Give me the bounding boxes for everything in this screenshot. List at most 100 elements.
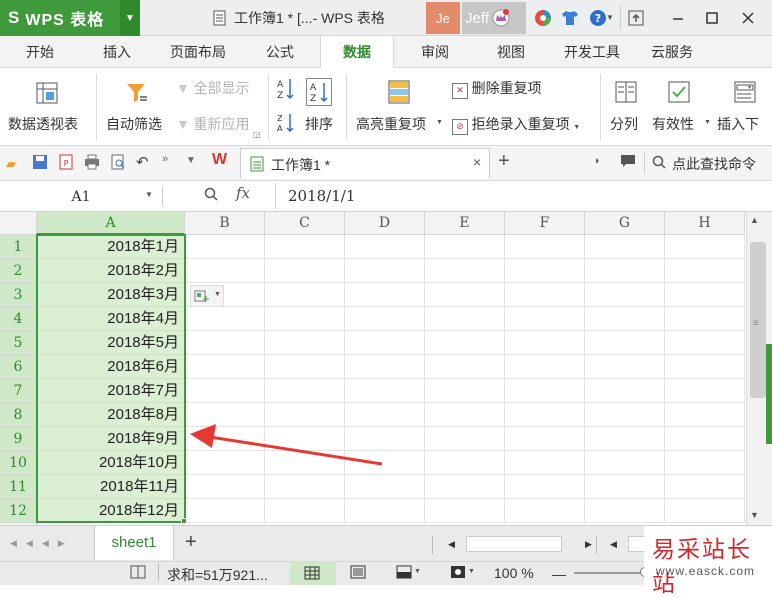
tab-review[interactable]: 审阅 [404,36,466,68]
maximize-icon[interactable] [702,8,722,28]
row-header[interactable]: 8 [0,403,37,427]
cell-a[interactable]: 2018年10月 [37,451,185,475]
cell-a[interactable]: 2018年7月 [37,379,185,403]
row-header[interactable]: 1 [0,235,37,259]
sort-button[interactable]: 排序 [305,114,333,134]
cell[interactable] [345,283,425,307]
minimize-icon[interactable] [668,8,688,28]
cell[interactable] [345,475,425,499]
tab-data[interactable]: 数据 [320,36,394,69]
cell[interactable] [585,475,665,499]
cell[interactable] [345,235,425,259]
select-all-corner[interactable] [0,212,37,235]
cell-a[interactable]: 2018年9月 [37,427,185,451]
cell[interactable] [425,379,505,403]
column-header-f[interactable]: F [505,212,585,235]
cell[interactable] [425,307,505,331]
cell[interactable] [185,475,265,499]
sort-descending-icon[interactable]: ZA [276,112,298,134]
cell[interactable] [185,379,265,403]
cell[interactable] [425,499,505,523]
tag-icon[interactable]: ◗ [594,155,601,167]
wps-app-menu[interactable]: S WPS 表格 ▼ [0,0,140,36]
sheet-nav-icon[interactable]: ◀◀◀▶ [10,538,74,549]
cell[interactable] [345,379,425,403]
chevron-down-icon[interactable]: ▼ [145,190,153,199]
autofilter-button[interactable]: 自动筛选 [104,76,170,138]
cell-a[interactable]: 2018年4月 [37,307,185,331]
cell[interactable] [665,475,745,499]
normal-view-button[interactable] [290,561,336,585]
column-header-e[interactable]: E [425,212,505,235]
column-header-b[interactable]: B [185,212,265,235]
cell[interactable] [265,259,345,283]
tab-page-layout[interactable]: 页面布局 [160,36,236,68]
cell[interactable] [585,355,665,379]
row-header[interactable]: 4 [0,307,37,331]
sheet-tab-sheet1[interactable]: sheet1 [94,526,174,560]
scroll-left-icon[interactable]: ◀ [610,539,617,550]
column-header-c[interactable]: C [265,212,345,235]
open-folder-icon[interactable]: ▰ [6,156,16,172]
cell[interactable] [425,427,505,451]
cell[interactable] [265,307,345,331]
status-book-icon[interactable] [130,565,146,582]
tab-cloud[interactable]: 云服务 [640,36,704,68]
tab-view[interactable]: 视图 [480,36,542,68]
print-preview-icon[interactable] [110,154,126,173]
cell[interactable] [185,355,265,379]
cell[interactable] [585,427,665,451]
reapply-button[interactable]: ▼ 重新应用 [176,114,249,134]
cell[interactable] [185,235,265,259]
avatar[interactable]: Je [426,2,460,34]
horizontal-scroll-thumb[interactable] [466,536,562,552]
formula-input[interactable]: 2018/1/1 [275,183,745,209]
cell-a[interactable]: 2018年2月 [37,259,185,283]
row-header[interactable]: 3 [0,283,37,307]
search-icon[interactable] [652,155,666,172]
sort-ascending-icon[interactable]: AZ [276,76,298,106]
shirt-icon[interactable] [560,8,580,28]
insert-dropdown-list-button[interactable]: 插入下 [716,76,772,138]
highlight-duplicates-button[interactable]: 高亮重复项 ▼ [352,76,444,138]
chevron-down-icon[interactable]: ▼ [468,568,475,575]
column-header-g[interactable]: G [585,212,665,235]
cell[interactable] [505,235,585,259]
cell[interactable] [345,355,425,379]
row-header[interactable]: 2 [0,259,37,283]
close-tab-icon[interactable]: × [473,154,481,170]
tab-home[interactable]: 开始 [8,36,72,68]
scroll-down-icon[interactable]: ▼ [750,510,759,520]
column-header-h[interactable]: H [665,212,745,235]
cell-a[interactable]: 2018年6月 [37,355,185,379]
chevron-down-icon[interactable]: ▼ [120,0,140,36]
zoom-out-button[interactable]: — [552,566,566,582]
cell[interactable] [265,355,345,379]
chevron-down-icon[interactable]: ▼ [414,568,421,575]
cell[interactable] [585,259,665,283]
cell[interactable] [425,403,505,427]
insert-function-button[interactable]: fx [236,184,250,202]
new-tab-icon[interactable]: + [498,150,510,173]
cell-a[interactable]: 2018年12月 [37,499,185,523]
cell[interactable] [665,379,745,403]
user-account-button[interactable]: Jeff [462,2,526,34]
cell[interactable] [665,235,745,259]
cell[interactable] [585,379,665,403]
cell[interactable] [345,307,425,331]
row-header[interactable]: 9 [0,427,37,451]
cell[interactable] [505,379,585,403]
row-header[interactable]: 7 [0,379,37,403]
cell[interactable] [505,259,585,283]
cell[interactable] [505,355,585,379]
sort-icon[interactable]: AZ [306,78,332,106]
column-header-a[interactable]: A [37,212,185,235]
name-box[interactable]: A1 [6,185,156,208]
skin-icon[interactable] [533,8,553,28]
cell[interactable] [265,235,345,259]
pivot-table-button[interactable]: 数据透视表 [6,76,86,138]
add-sheet-button[interactable]: + [185,531,197,554]
cell[interactable] [665,307,745,331]
help-icon[interactable]: ? [588,8,608,28]
cell[interactable] [345,331,425,355]
